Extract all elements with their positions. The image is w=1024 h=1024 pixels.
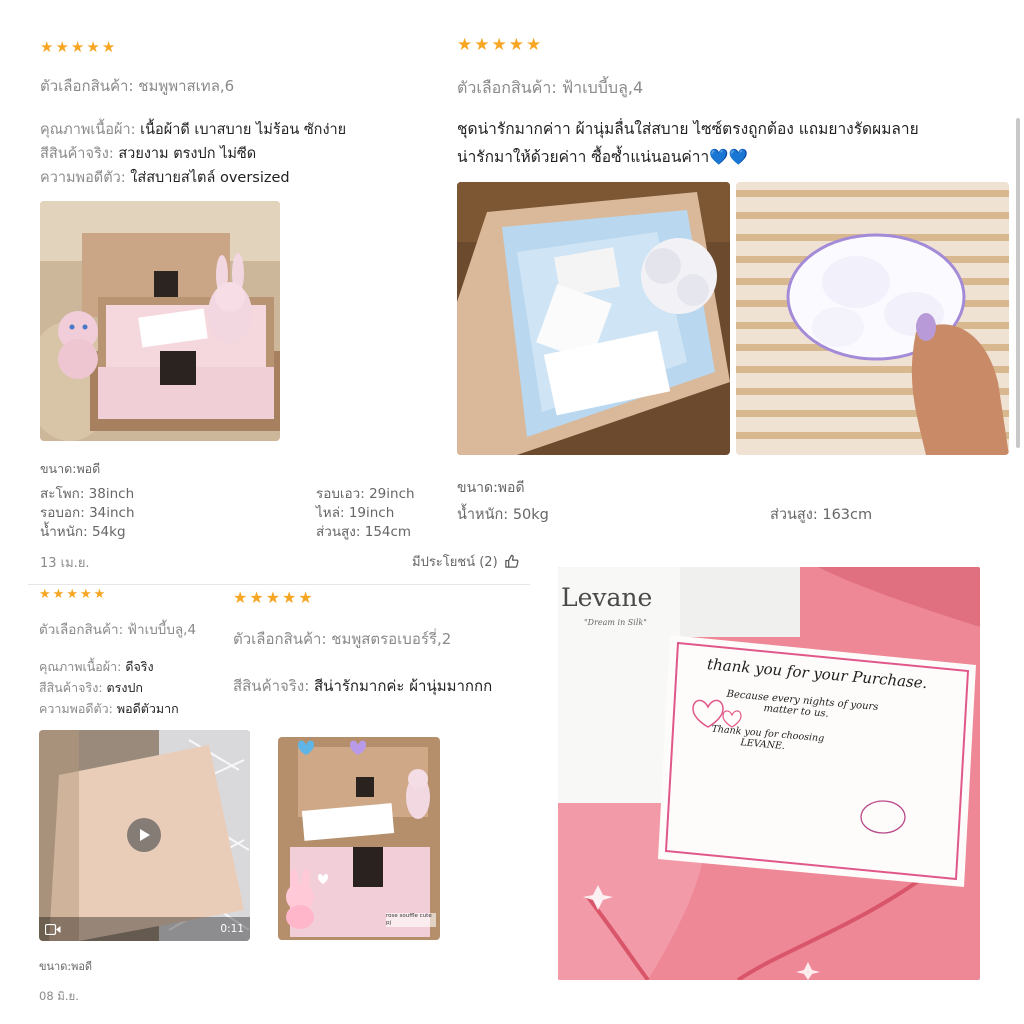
- rating-stars: ★ ★ ★ ★ ★: [233, 590, 313, 606]
- star-icon: ★: [39, 587, 51, 602]
- review-date: 08 มิ.ย.: [39, 989, 79, 1003]
- star-icon: ★: [298, 588, 313, 607]
- star-icon: ★: [233, 588, 248, 607]
- star-icon: ★: [101, 38, 116, 56]
- measure-height: ส่วนสูง: 154cm: [316, 524, 412, 540]
- attribute-row: คุณภาพเนื้อผ้า: เนื้อผ้าดี เบาสบาย ไม่ร้…: [40, 122, 347, 138]
- star-icon: ★: [93, 587, 106, 602]
- attribute-row: สีสินค้าจริง: ตรงปก: [39, 680, 143, 695]
- variant-label: ตัวเลือกสินค้า: ฟ้าเบบี้บลู,4: [39, 622, 197, 638]
- star-icon: ★: [70, 38, 85, 56]
- star-icon: ★: [79, 587, 92, 602]
- scrollbar-thumb[interactable]: [1016, 118, 1020, 448]
- star-icon: ★: [66, 587, 78, 602]
- rating-stars: ★ ★ ★ ★ ★: [39, 588, 105, 601]
- review-photo-box-stickers[interactable]: rose souffle cute pj: [278, 737, 440, 940]
- thumbs-up-icon: [504, 554, 519, 568]
- star-icon: ★: [52, 587, 65, 602]
- variant-label: ตัวเลือกสินค้า: ฟ้าเบบี้บลู,4: [457, 78, 644, 97]
- play-button[interactable]: [127, 818, 161, 852]
- fit-title: ขนาด:พอดี: [457, 480, 525, 496]
- attribute-row: สีสินค้าจริง: สีน่ารักมากค่ะ ผ้านุ่มมากก…: [233, 677, 493, 695]
- fit-title: ขนาด:พอดี: [39, 960, 93, 973]
- play-icon: [140, 829, 150, 841]
- review-divider: [28, 584, 530, 585]
- video-duration: 0:11: [220, 923, 244, 935]
- star-icon: ★: [86, 38, 100, 56]
- attribute-row: ความพอดีตัว: ใส่สบายสไตล์ oversized: [40, 170, 290, 186]
- star-icon: ★: [508, 35, 524, 55]
- star-icon: ★: [282, 588, 297, 607]
- star-icon: ★: [474, 35, 490, 55]
- helpful-button[interactable]: มีประโยชน์ (2): [412, 551, 519, 572]
- star-icon: ★: [491, 35, 507, 55]
- star-icon: ★: [40, 38, 54, 56]
- brand-tagline: "Dream in Silk": [584, 618, 647, 627]
- variant-label: ตัวเลือกสินค้า: ชมพูสตรอเบอร์รี่,2: [233, 630, 452, 648]
- star-icon: ★: [265, 588, 281, 607]
- review-attributes: คุณภาพเนื้อผ้า: ดีจริง สีสินค้าจริง: ตรง…: [39, 656, 179, 719]
- star-icon: ★: [55, 38, 69, 56]
- review-photo-box-blue[interactable]: [457, 182, 730, 455]
- review-date: 13 เม.ย.: [40, 556, 90, 571]
- helpful-label: มีประโยชน์ (2): [412, 555, 498, 570]
- star-icon: ★: [457, 35, 473, 55]
- review-video-thumbnail[interactable]: 0:11: [39, 730, 250, 941]
- attribute-row: คุณภาพเนื้อผ้า: ดีจริง: [39, 659, 154, 674]
- measure-height: ส่วนสูง: 163cm: [770, 507, 873, 523]
- attribute-row: สีสินค้าจริง: สวยงาม ตรงปก ไม่ซีด: [40, 146, 257, 162]
- review-photo-box-pink[interactable]: [40, 201, 280, 441]
- brand-logo: Levane: [561, 583, 653, 612]
- review-attributes: คุณภาพเนื้อผ้า: เนื้อผ้าดี เบาสบาย ไม่ร้…: [40, 118, 346, 190]
- variant-label: ตัวเลือกสินค้า: ชมพูพาสเทล,6: [40, 77, 235, 95]
- rating-stars: ★ ★ ★ ★ ★: [457, 37, 541, 54]
- attribute-row: ความพอดีตัว: พอดีตัวมาก: [39, 701, 179, 716]
- video-camera-icon: [45, 924, 61, 935]
- star-icon: ★: [249, 588, 264, 607]
- review-comment: ชุดน่ารักมากค่าา ผ้านุ่มลื่นใส่สบาย ไซซ์…: [457, 120, 919, 166]
- measure-weight: น้ำหนัก: 54kg: [40, 524, 126, 540]
- rating-stars: ★ ★ ★ ★ ★: [40, 40, 115, 55]
- review-photo-scrunchie[interactable]: [736, 182, 1009, 455]
- fit-title: ขนาด:พอดี: [40, 461, 101, 476]
- star-icon: ★: [526, 35, 542, 55]
- sticker-caption: rose souffle cute pj: [386, 913, 436, 927]
- review-photo-thankyou-card[interactable]: Levane "Dream in Silk" thank you for you…: [558, 567, 980, 980]
- measure-weight: น้ำหนัก: 50kg: [457, 507, 549, 523]
